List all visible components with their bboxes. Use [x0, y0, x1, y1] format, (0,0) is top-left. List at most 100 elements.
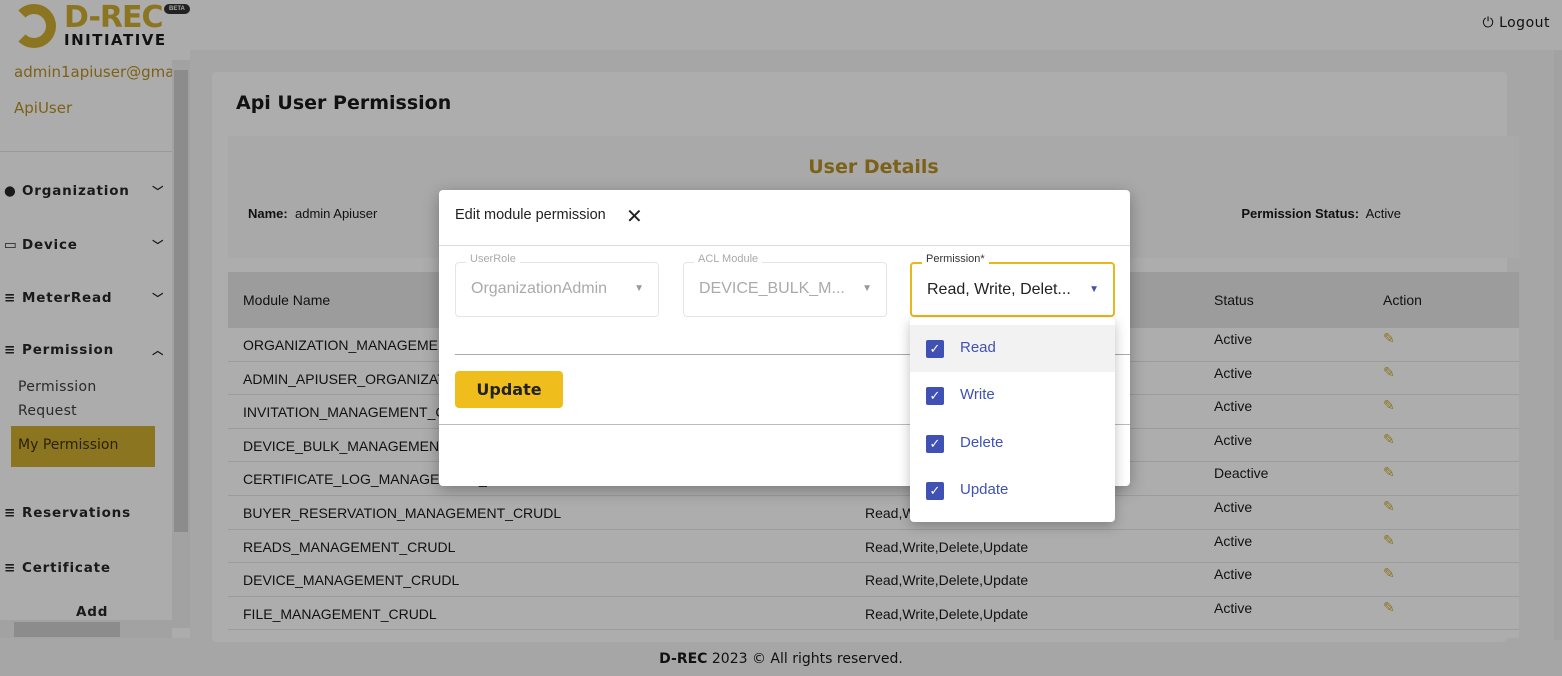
sidebar-item-device[interactable]: ▭ Device ﹀ — [4, 237, 164, 253]
table-row: FILE_MANAGEMENT_CRUDL Read,Write,Delete,U… — [228, 597, 1519, 631]
option-delete[interactable]: ✓ Delete — [910, 420, 1115, 467]
label: Update — [960, 480, 1009, 498]
module-name: READS_MANAGEMENT_CRUDL — [243, 538, 456, 555]
label: Permission* — [922, 253, 989, 265]
permissions: Read,Write,Delete,Update — [865, 572, 1029, 589]
list-icon: ≡ — [4, 342, 17, 358]
edit-pencil-icon[interactable]: ✎ — [1383, 364, 1395, 381]
status: Active — [1214, 566, 1253, 583]
table-row: DEVICE_MANAGEMENT_CRUDL Read,Write,Delete… — [228, 563, 1519, 597]
value: admin Apiuser — [294, 206, 378, 221]
value: Active — [1365, 206, 1401, 221]
scroll-thumb[interactable] — [14, 622, 120, 637]
label: UserRole — [466, 253, 520, 265]
checkbox-checked-icon[interactable]: ✓ — [926, 481, 944, 500]
footer-brand: D-REC — [659, 651, 708, 667]
status: Active — [1214, 431, 1253, 448]
permission-options-menu: ✓ Read ✓ Write ✓ Delete ✓ Update — [910, 318, 1115, 522]
sidebar-vertical-scrollbar[interactable] — [172, 60, 190, 628]
chevron-down-icon: ﹀ — [152, 185, 164, 198]
checkbox-checked-icon[interactable]: ✓ — [926, 340, 944, 358]
update-button[interactable]: Update — [455, 371, 563, 408]
header-module-name: Module Name — [243, 292, 331, 308]
status: Active — [1214, 532, 1253, 549]
close-icon[interactable]: ✕ — [626, 204, 643, 229]
sidebar-item-permission[interactable]: ≡ Permission ︿ — [4, 342, 164, 358]
sidebar-item-reservations[interactable]: ≡ Reservations — [4, 505, 164, 521]
label: Read — [960, 339, 996, 356]
power-icon: ⏻ — [1482, 15, 1495, 31]
edit-pencil-icon[interactable]: ✎ — [1383, 464, 1395, 481]
status: Active — [1214, 498, 1253, 515]
devices-icon: ▭ — [4, 237, 18, 253]
page-scrollbar[interactable] — [1554, 50, 1562, 640]
modal-title: Edit module permission — [455, 207, 606, 223]
option-write[interactable]: ✓ Write — [910, 372, 1115, 419]
value: DEVICE_BULK_M... — [699, 280, 845, 297]
top-header: D-REC INITIATIVE BETA ⏻ Logout — [0, 0, 1562, 50]
edit-pencil-icon[interactable]: ✎ — [1383, 498, 1395, 515]
permissions: Read,Write,Delete,Update — [865, 538, 1029, 555]
permission-select[interactable]: Permission* Read, Write, Delet... ▼ — [910, 253, 1115, 317]
footer: D-REC 2023 © All rights reserved. — [0, 640, 1562, 676]
dropdown-arrow-icon: ▼ — [862, 283, 872, 294]
dropdown-arrow-icon: ▼ — [1089, 284, 1099, 295]
checkbox-checked-icon[interactable]: ✓ — [926, 434, 944, 453]
beta-badge: BETA — [164, 4, 190, 14]
label: ACL Module — [694, 253, 763, 265]
label: Permission Status: — [1241, 206, 1360, 221]
label: Organization — [22, 183, 130, 199]
permissions: Read,Write,Delete,Update — [865, 605, 1029, 622]
sidebar-item-meterread[interactable]: ≡ MeterRead ﹀ — [4, 290, 164, 306]
chevron-up-icon: ︿ — [152, 344, 164, 357]
logout-button[interactable]: ⏻ Logout — [1483, 15, 1550, 31]
logo-subtext: INITIATIVE — [64, 31, 167, 49]
edit-pencil-icon[interactable]: ✎ — [1383, 330, 1395, 347]
list-icon: ≡ — [4, 290, 17, 306]
status: Active — [1214, 398, 1253, 415]
header-status: Status — [1214, 292, 1254, 308]
list-icon: ≡ — [4, 505, 17, 521]
sidebar-item-certificate[interactable]: ≡ Certificate — [4, 560, 164, 576]
edit-pencil-icon[interactable]: ✎ — [1383, 532, 1395, 549]
sidebar-item-organization[interactable]: ● Organization ﹀ — [4, 183, 164, 199]
user-email: admin1apiuser@gmail.com — [14, 63, 172, 81]
label: MeterRead — [22, 290, 113, 306]
scroll-thumb[interactable] — [174, 70, 188, 532]
table-row: READS_MANAGEMENT_CRUDL Read,Write,Delete,… — [228, 530, 1519, 564]
value: OrganizationAdmin — [471, 280, 608, 297]
label: Certificate — [22, 560, 111, 576]
label: Permission — [22, 342, 114, 358]
option-update[interactable]: ✓ Update — [910, 467, 1115, 514]
module-name: FILE_MANAGEMENT_CRUDL — [243, 605, 437, 622]
edit-pencil-icon[interactable]: ✎ — [1383, 565, 1395, 582]
permission-status: Permission Status: Active — [1241, 206, 1401, 221]
userrole-select: UserRole OrganizationAdmin ▼ — [455, 253, 659, 317]
page-title: Api User Permission — [236, 92, 452, 114]
acl-module-select: ACL Module DEVICE_BULK_M... ▼ — [683, 253, 887, 317]
module-name: DEVICE_MANAGEMENT_CRUDL — [243, 572, 460, 589]
sidebar-subitem-permission-request[interactable]: Permission Request — [18, 375, 118, 423]
value: Read, Write, Delet... — [927, 281, 1071, 298]
chevron-down-icon: ﹀ — [152, 239, 164, 252]
user-name: Name: admin Apiuser — [248, 206, 377, 221]
user-role: ApiUser — [14, 99, 73, 117]
sidebar: admin1apiuser@gmail.com ApiUser ● Organiz… — [0, 50, 190, 638]
option-read[interactable]: ✓ Read — [910, 325, 1115, 373]
status: Deactive — [1214, 465, 1269, 482]
logout-label: Logout — [1499, 15, 1550, 31]
status: Active — [1214, 599, 1253, 616]
edit-pencil-icon[interactable]: ✎ — [1383, 599, 1395, 616]
label: Device — [22, 237, 78, 253]
status: Active — [1214, 331, 1253, 347]
footer-text: 2023 © All rights reserved. — [707, 651, 903, 667]
divider — [439, 245, 1130, 246]
edit-pencil-icon[interactable]: ✎ — [1383, 397, 1395, 414]
label: Write — [960, 386, 995, 404]
checkbox-checked-icon[interactable]: ✓ — [926, 387, 944, 406]
account-circle-icon: ● — [4, 183, 17, 199]
sidebar-subitem-my-permission[interactable]: My Permission — [11, 426, 155, 467]
dropdown-arrow-icon: ▼ — [634, 283, 644, 294]
edit-pencil-icon[interactable]: ✎ — [1383, 431, 1395, 448]
sidebar-horizontal-scrollbar[interactable] — [0, 620, 172, 638]
